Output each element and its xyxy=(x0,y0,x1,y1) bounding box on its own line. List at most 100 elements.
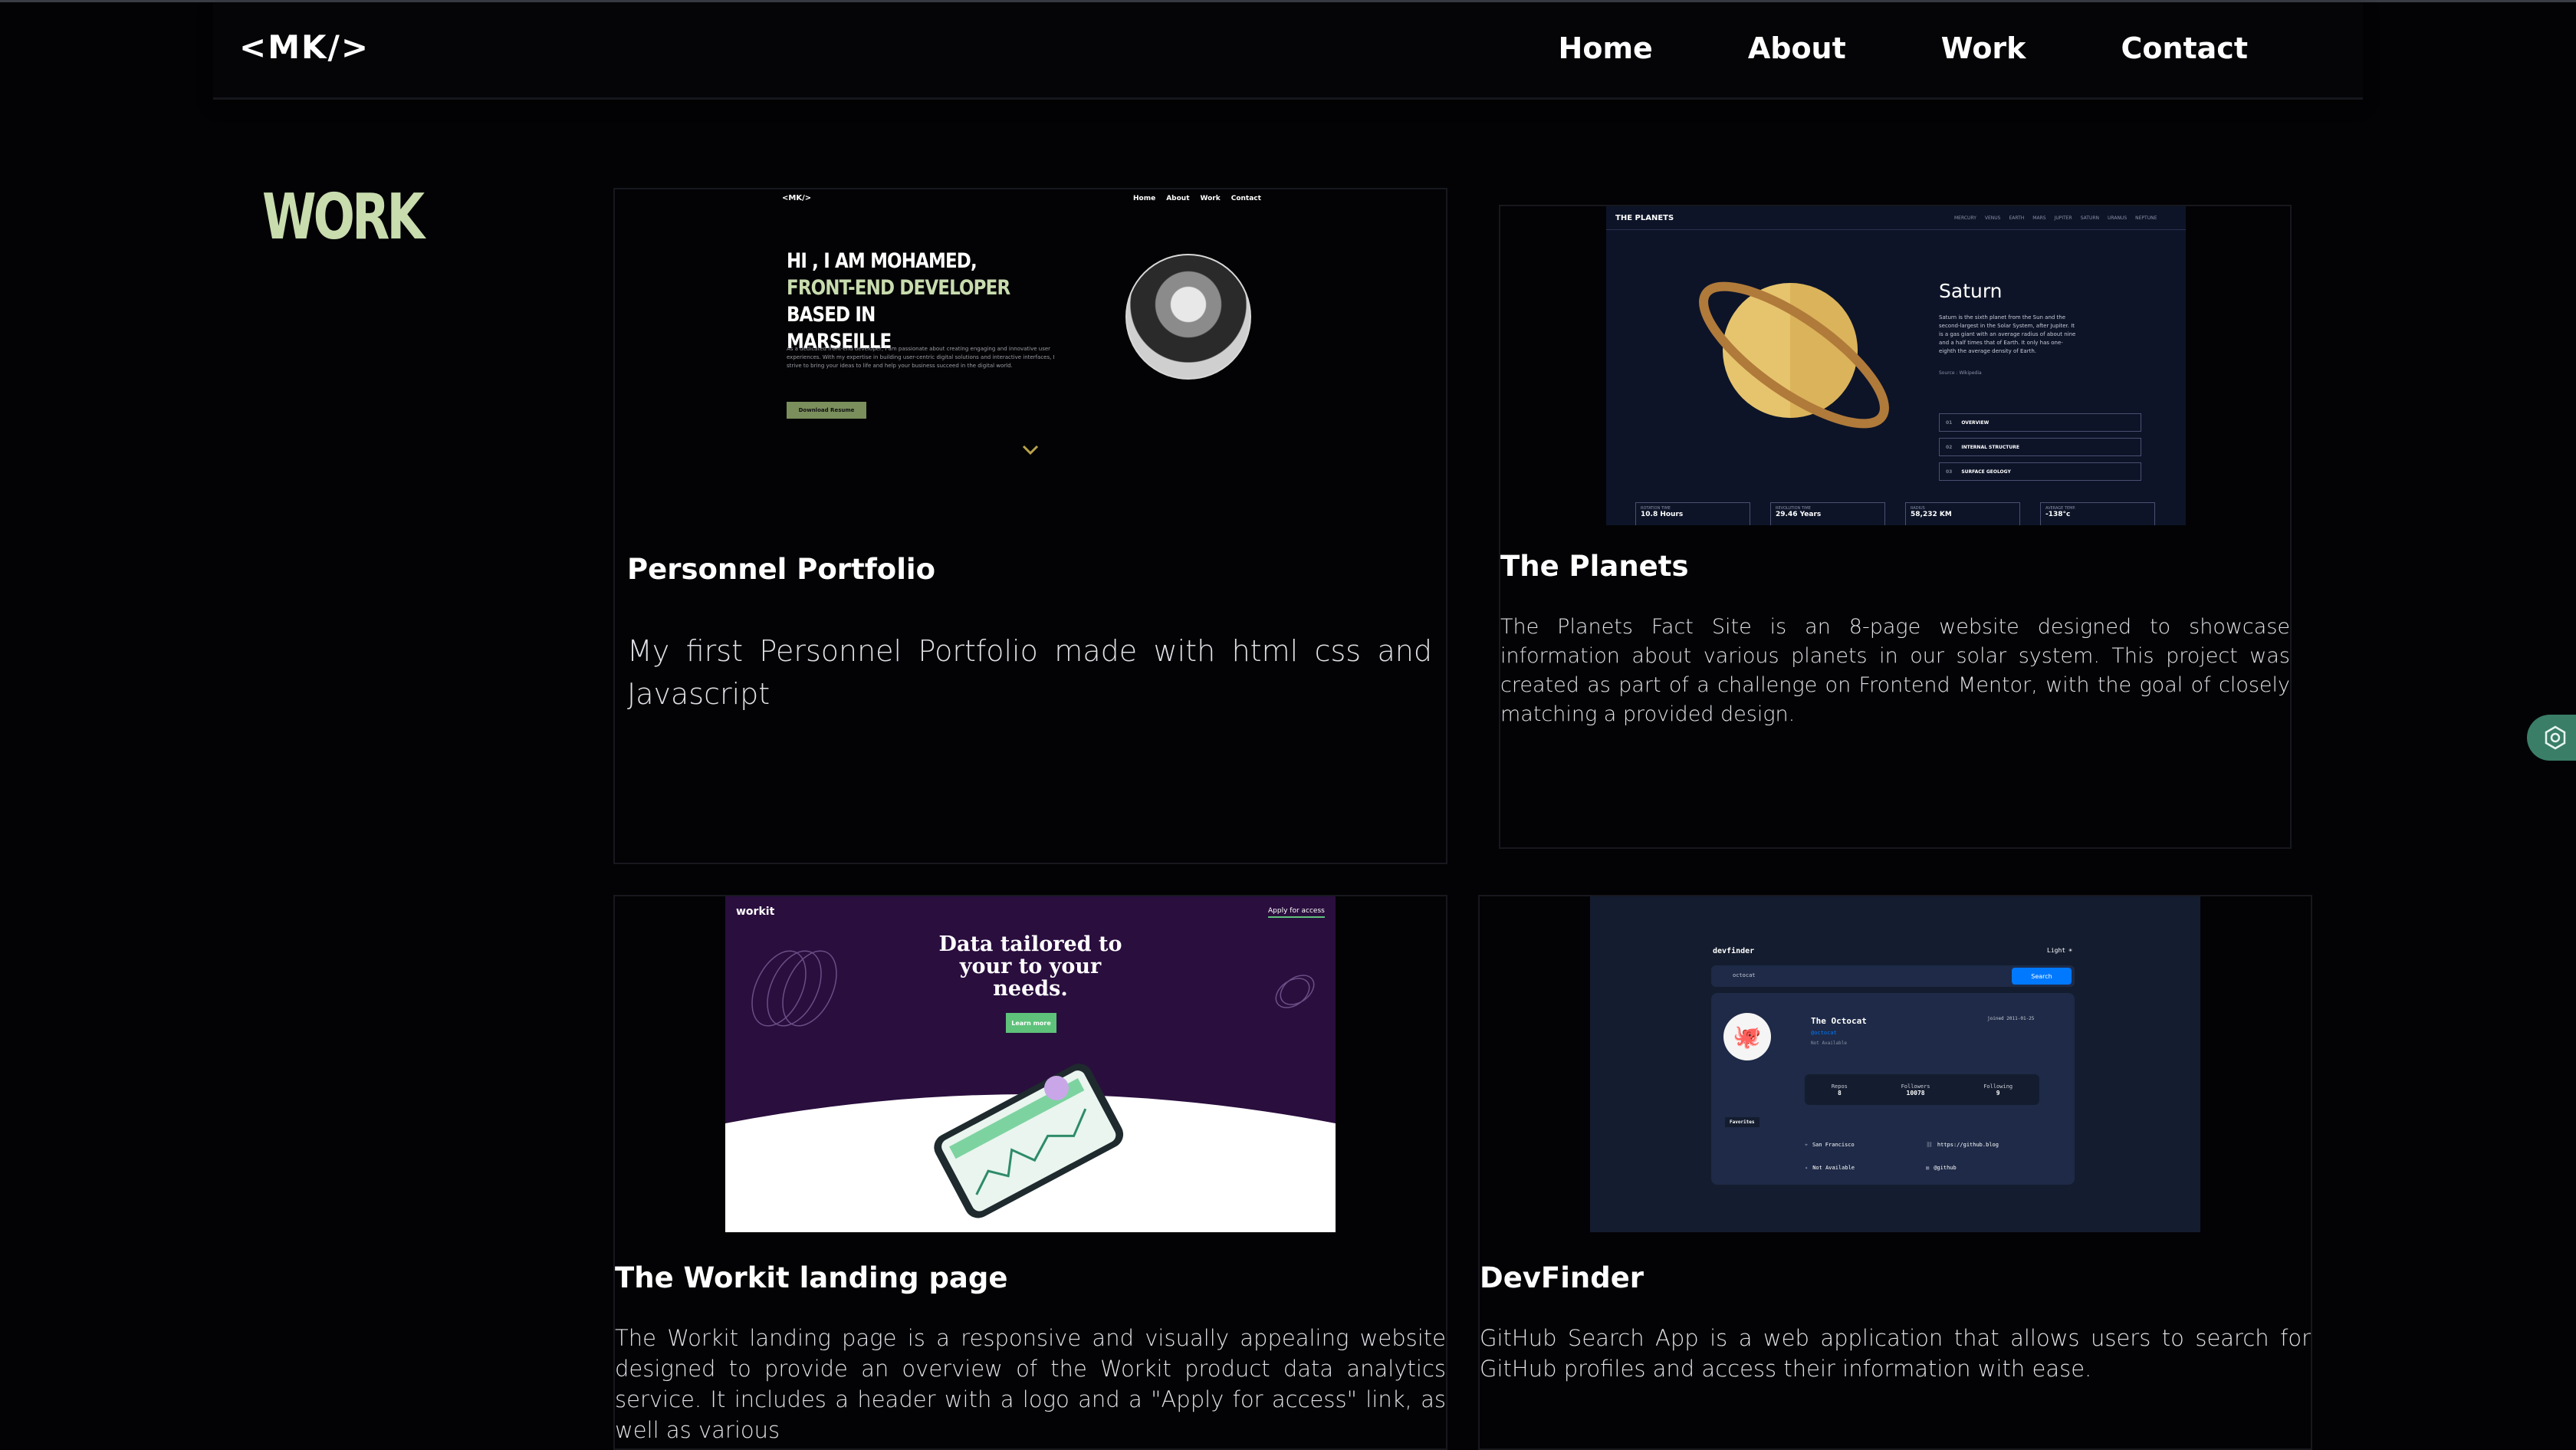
preview-stat-value: 29.46 Years xyxy=(1776,511,1822,518)
preview-planet-source: Source : Wikipedia xyxy=(1939,370,1982,376)
preview-learn-more-button: Learn more xyxy=(1006,1013,1056,1033)
project-preview-workit[interactable]: workit Apply for access Data tailored to… xyxy=(725,896,1336,1232)
preview-avatar xyxy=(1125,254,1251,380)
preview-tab-label: SURFACE GEOLOGY xyxy=(1961,469,2011,475)
preview-intro: As a dedicated front-end developer, I am… xyxy=(787,346,1055,369)
preview-tab-overview: 01 OVERVIEW xyxy=(1939,413,2141,432)
preview-tab-number: 01 xyxy=(1946,419,1953,426)
preview-stat-value: -138°c xyxy=(2045,511,2071,518)
preview-profile-card: 🐙 The Octocat @octocat Not Available joi… xyxy=(1711,993,2075,1185)
settings-gear-icon xyxy=(2545,725,2566,750)
preview-logo: <MK/> xyxy=(782,194,812,202)
preview-headline-accent: FRONT-END DEVELOPER xyxy=(787,276,1010,300)
preview-stat-label: Followers xyxy=(1901,1083,1930,1090)
nav-about[interactable]: About xyxy=(1748,31,1846,65)
preview-stat-following: Following 9 xyxy=(1983,1083,2013,1097)
project-description: The Workit landing page is a responsive … xyxy=(615,1325,1446,1443)
building-icon: ▦ xyxy=(1926,1165,1930,1171)
preview-twitter-text: Not Available xyxy=(1812,1165,1855,1171)
preview-stat-temp: AVERAGE TEMP. -138°c xyxy=(2040,502,2155,525)
preview-nav-item: VENUS xyxy=(1984,215,2001,221)
preview-stat-value: 58,232 KM xyxy=(1911,511,1952,518)
preview-blog-text: https://github.blog xyxy=(1937,1142,1999,1148)
project-preview-devfinder[interactable]: devfinder Light ☀ octocat Search 🐙 The Oc… xyxy=(1590,896,2200,1232)
nav-home[interactable]: Home xyxy=(1559,31,1653,65)
project-card-portfolio[interactable]: <MK/> Home About Work Contact HI , I AM … xyxy=(613,188,1447,864)
preview-stat-followers: Followers 10078 xyxy=(1901,1083,1930,1097)
preview-workit-headline-line3: needs. xyxy=(993,977,1068,1001)
sun-icon: ☀ xyxy=(2068,947,2072,954)
project-preview-planets[interactable]: THE PLANETS MERCURY VENUS EARTH MARS JUP… xyxy=(1606,206,2186,525)
preview-theme-label: Light xyxy=(2047,947,2066,954)
preview-tab-surface-geology: 03 SURFACE GEOLOGY xyxy=(1939,462,2141,481)
preview-search-button: Search xyxy=(2012,968,2072,985)
preview-nav-item: Home xyxy=(1133,195,1156,202)
preview-nav-item: About xyxy=(1166,195,1190,202)
preview-workit-headline-line1: Data tailored to xyxy=(938,932,1122,956)
preview-nav-item: MARS xyxy=(2032,215,2046,221)
settings-tab[interactable] xyxy=(2527,715,2576,761)
preview-workit-headline-line2: your to your xyxy=(959,955,1102,978)
project-title: DevFinder xyxy=(1480,1261,1644,1294)
preview-nav: Home About Work Contact xyxy=(1133,195,1261,202)
preview-location: ⌖ San Francisco xyxy=(1805,1142,1855,1149)
project-title: Personnel Portfolio xyxy=(627,553,936,586)
preview-tab-internal-structure: 02 INTERNAL STRUCTURE xyxy=(1939,438,2141,456)
preview-workit-headline: Data tailored to your to your needs. xyxy=(894,933,1167,1000)
preview-profile-handle: @octocat xyxy=(1811,1030,1837,1036)
preview-stat-revolution: REVOLUTION TIME 29.46 Years xyxy=(1770,502,1885,525)
preview-nav-item: MERCURY xyxy=(1954,215,1976,221)
preview-phone-illustration xyxy=(725,1064,1336,1232)
site-header: <MK/> Home About Work Contact xyxy=(213,2,2363,100)
preview-nav-item: NEPTUNE xyxy=(2135,215,2157,221)
preview-search-value: octocat xyxy=(1733,972,1756,978)
preview-tab-number: 03 xyxy=(1946,469,1953,475)
preview-nav-item: JUPITER xyxy=(2054,215,2072,221)
preview-search-bar: octocat Search xyxy=(1711,965,2075,987)
project-preview-portfolio[interactable]: <MK/> Home About Work Contact HI , I AM … xyxy=(779,189,1282,511)
preview-decor-rings-right xyxy=(1275,975,1315,1008)
preview-headline-line1: HI , I AM MOHAMED, xyxy=(787,249,978,273)
nav-work[interactable]: Work xyxy=(1941,31,2026,65)
preview-profile-joined: joined 2011-01-25 xyxy=(1987,1016,2035,1021)
project-card-devfinder[interactable]: devfinder Light ☀ octocat Search 🐙 The Oc… xyxy=(1478,895,2312,1450)
site-logo[interactable]: <MK/> xyxy=(239,28,370,66)
preview-nav-divider xyxy=(1606,229,2186,230)
preview-profile-bio: Not Available xyxy=(1811,1041,1847,1046)
project-title: The Planets xyxy=(1500,550,1689,583)
preview-stat-label: Repos xyxy=(1831,1083,1848,1090)
preview-tab-number: 02 xyxy=(1946,444,1953,450)
preview-workit-logo: workit xyxy=(736,906,775,918)
preview-stat-label: Following xyxy=(1983,1083,2013,1090)
project-description: My first Personnel Portfolio made with h… xyxy=(627,634,1432,711)
preview-planet-body: Saturn is the sixth planet from the Sun … xyxy=(1939,314,2076,354)
preview-headline: HI , I AM MOHAMED, FRONT-END DEVELOPER B… xyxy=(787,248,1060,355)
preview-planet-name: Saturn xyxy=(1939,280,2003,302)
preview-stat-value: 9 xyxy=(1996,1089,2000,1097)
preview-location-text: San Francisco xyxy=(1812,1142,1855,1148)
project-card-planets[interactable]: THE PLANETS MERCURY VENUS EARTH MARS JUP… xyxy=(1499,205,2292,849)
preview-twitter: ✦ Not Available xyxy=(1805,1165,1855,1171)
twitter-icon: ✦ xyxy=(1805,1165,1809,1171)
project-title: The Workit landing page xyxy=(615,1261,1008,1294)
preview-favorites-button: Favorites xyxy=(1725,1117,1760,1127)
preview-brand: THE PLANETS xyxy=(1615,214,1674,222)
preview-stat-repos: Repos 8 xyxy=(1832,1083,1848,1097)
preview-tab-label: OVERVIEW xyxy=(1961,419,1990,426)
preview-nav-item: Work xyxy=(1200,195,1221,202)
preview-headline-rest: BASED IN xyxy=(787,303,876,327)
saturn-illustration xyxy=(1699,281,1889,429)
main-nav: Home About Work Contact xyxy=(1559,31,2248,65)
project-card-workit[interactable]: workit Apply for access Data tailored to… xyxy=(613,895,1447,1450)
preview-stat-value: 10.8 Hours xyxy=(1641,511,1684,518)
preview-download-button: Download Resume xyxy=(787,402,866,419)
project-description: The Planets Fact Site is an 8-page websi… xyxy=(1500,615,2290,726)
preview-blog: ⛓ https://github.blog xyxy=(1926,1142,1999,1148)
preview-theme-toggle: Light ☀ xyxy=(2047,947,2072,954)
preview-company: ▦ @github xyxy=(1926,1165,1957,1171)
preview-devfinder-brand: devfinder xyxy=(1713,947,1755,955)
preview-stat-radius: RADIUS 58,232 KM xyxy=(1905,502,2020,525)
preview-nav-item: SATURN xyxy=(2080,215,2100,221)
preview-nav-item: Contact xyxy=(1230,195,1261,202)
nav-contact[interactable]: Contact xyxy=(2121,31,2248,65)
